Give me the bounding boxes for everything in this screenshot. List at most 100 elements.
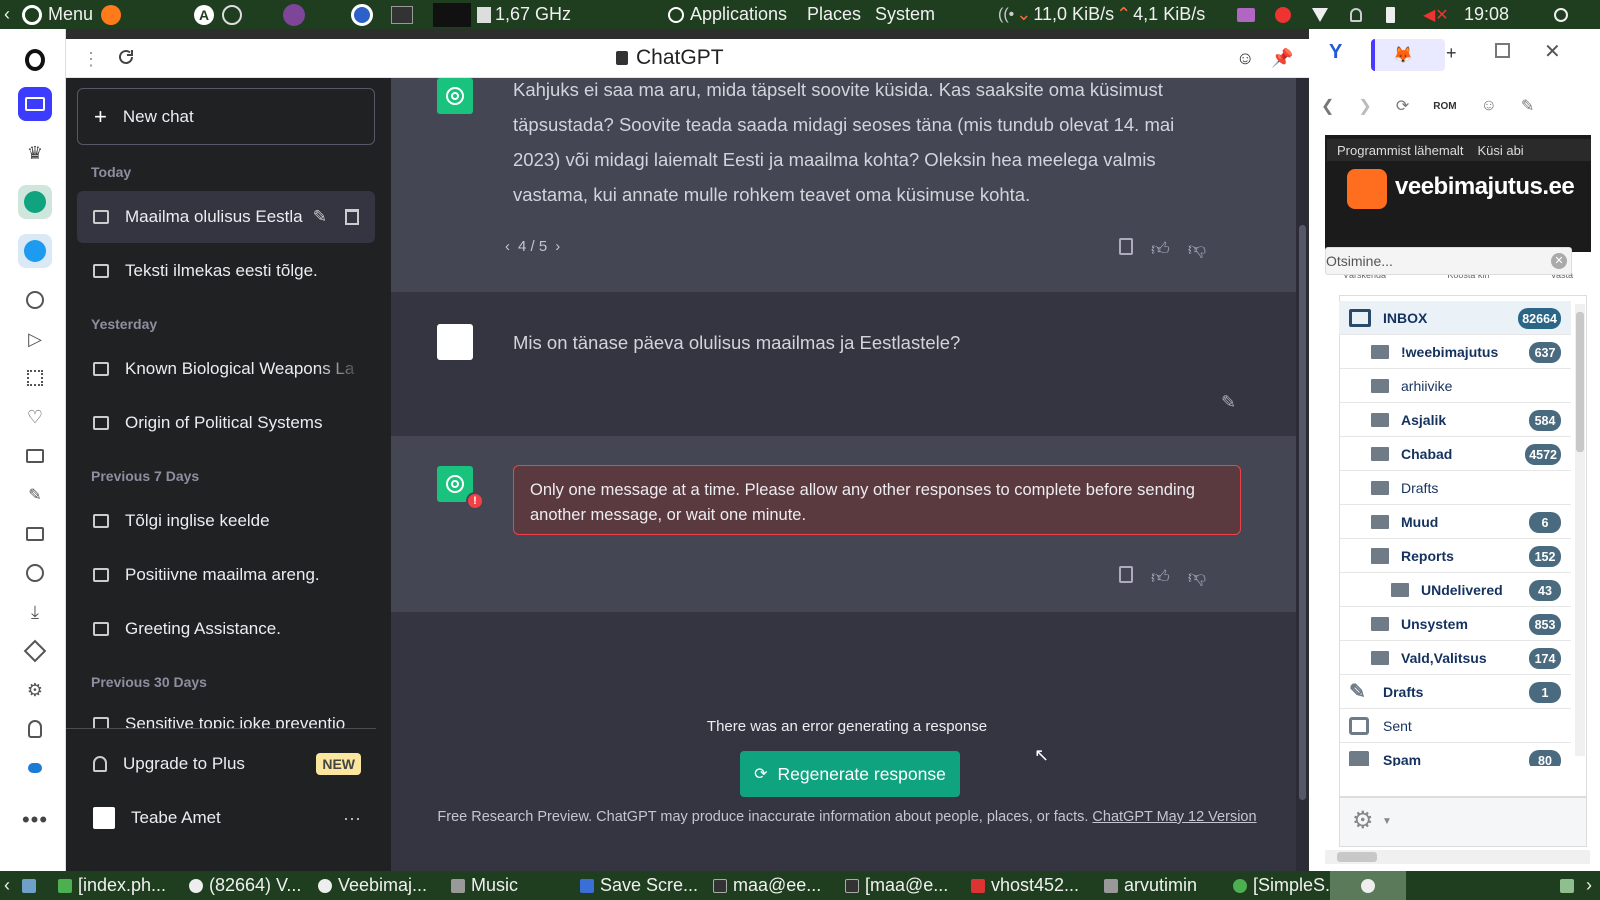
upgrade-to-plus-button[interactable]: Upgrade to Plus NEW	[77, 738, 375, 790]
settings-gear-icon[interactable]: ⚙	[1352, 806, 1374, 835]
news-icon[interactable]	[18, 439, 52, 473]
player-icon[interactable]	[18, 283, 52, 317]
taskbar-item[interactable]: [index.ph...	[58, 871, 184, 900]
reload-icon[interactable]	[116, 47, 136, 67]
add-tab-icon[interactable]: +	[1446, 43, 1457, 64]
chat-item[interactable]: Origin of Political Systems	[77, 397, 375, 449]
twitter-icon[interactable]	[18, 234, 52, 268]
chat-item[interactable]: Positiivne maailma areng.	[77, 549, 375, 601]
yandex-icon[interactable]: Y	[1329, 41, 1355, 67]
nav-about[interactable]: Programmist lähemalt	[1337, 143, 1463, 158]
thumbs-up-icon[interactable]: 👍︎	[1151, 566, 1170, 588]
folder-item[interactable]: Drafts	[1339, 471, 1571, 505]
folder-item[interactable]: Reports 152	[1339, 539, 1571, 573]
copy-icon[interactable]	[1119, 566, 1133, 583]
chat-item[interactable]: Greeting Assistance.	[77, 603, 375, 655]
taskbar-scroll-left-icon[interactable]: ‹	[4, 871, 10, 900]
system-menu[interactable]: System	[875, 0, 935, 29]
taskbar-scroll-right-icon[interactable]: ›	[1586, 871, 1592, 900]
folder-item[interactable]: Chabad 4572	[1339, 437, 1571, 471]
taskbar-item-active[interactable]	[1330, 871, 1406, 900]
taskbar-item[interactable]: maa@ee...	[713, 871, 833, 900]
accessibility-icon[interactable]: A	[194, 0, 214, 29]
drag-handle-icon[interactable]: ⋮	[82, 49, 100, 70]
clear-search-icon[interactable]: ✕	[1551, 253, 1567, 269]
panel-scroll-left-icon[interactable]: ‹	[4, 0, 10, 29]
opera-launcher-icon[interactable]	[351, 0, 373, 29]
close-panel-icon[interactable]: ✕	[1544, 39, 1561, 64]
wallet-icon[interactable]	[18, 517, 52, 551]
emoji-icon[interactable]: ☺	[1481, 97, 1497, 115]
clock[interactable]: 19:08	[1464, 0, 1509, 29]
taskbar-item[interactable]: Music	[451, 871, 571, 900]
show-desktop-icon[interactable]	[22, 871, 36, 900]
mail-search-input[interactable]: Otsimine... ✕	[1325, 247, 1572, 275]
version-link[interactable]: ChatGPT May 12 Version	[1092, 809, 1256, 825]
folder-item[interactable]: !weebimajutus 637	[1339, 335, 1571, 369]
battery-icon[interactable]	[1386, 0, 1395, 29]
folder-item[interactable]: arhiivike	[1339, 369, 1571, 403]
taskbar-item[interactable]: arvutimin	[1104, 871, 1222, 900]
taskbar-item[interactable]: vhost452...	[971, 871, 1095, 900]
folder-sent[interactable]: Sent	[1339, 709, 1571, 743]
pen-icon[interactable]: ✎	[18, 478, 52, 512]
chat-item[interactable]: Tõlgi inglise keelde	[77, 495, 375, 547]
reload-icon[interactable]: ⟳	[1396, 96, 1409, 116]
downloads-icon[interactable]: ⤓	[18, 595, 52, 629]
folder-spam[interactable]: Spam 80	[1339, 743, 1571, 766]
pin-icon[interactable]: 📌	[1271, 48, 1293, 69]
taskbar-item[interactable]: (82664) V...	[189, 871, 313, 900]
next-response-icon[interactable]: ›	[555, 238, 560, 255]
reading-list-icon[interactable]	[18, 87, 52, 121]
thumbs-up-icon[interactable]: 👍︎	[1151, 238, 1170, 260]
taskbar-item[interactable]: Save Scre...	[580, 871, 704, 900]
more-icon[interactable]: ···	[343, 808, 361, 829]
folder-item[interactable]: Vald,Valitsus 174	[1339, 641, 1571, 675]
copy-icon[interactable]	[1119, 238, 1133, 255]
restore-window-icon[interactable]	[1495, 43, 1510, 58]
tor-launcher-icon[interactable]	[283, 0, 305, 29]
apps-grid-icon[interactable]	[18, 361, 52, 395]
chat-item[interactable]: Sensitive topic joke preventio	[77, 698, 375, 728]
settings-applet-icon[interactable]	[222, 0, 242, 29]
firefox-launcher-icon[interactable]	[101, 0, 121, 29]
wifi-status-icon[interactable]	[1312, 0, 1328, 29]
folder-scrollbar[interactable]	[1575, 304, 1585, 756]
tab-thumbnail[interactable]: 🦊	[1371, 39, 1445, 71]
panel-horizontal-scrollbar[interactable]	[1325, 850, 1590, 864]
folder-item[interactable]: Unsystem 853	[1339, 607, 1571, 641]
settings-gear-icon[interactable]: ⚙	[18, 673, 52, 707]
folder-item[interactable]: Muud 6	[1339, 505, 1571, 539]
folder-item[interactable]: UNdelivered 43	[1339, 573, 1571, 607]
chat-item[interactable]: Maailma olulisus Eestla ✎	[77, 191, 375, 243]
messenger-icon[interactable]	[18, 751, 52, 785]
thumbs-down-icon[interactable]: 👎︎	[1188, 238, 1206, 260]
audio-applet-icon[interactable]	[1237, 0, 1255, 29]
chatgpt-sidebar-icon[interactable]	[18, 185, 52, 219]
more-options-icon[interactable]: •••	[18, 803, 52, 837]
folder-inbox[interactable]: INBOX 82664	[1339, 301, 1571, 335]
applications-menu[interactable]: Applications	[668, 0, 787, 29]
taskbar-item[interactable]: [maa@e...	[845, 871, 969, 900]
edit-icon[interactable]: ✎	[313, 207, 327, 227]
regenerate-response-button[interactable]: ⟳ Regenerate response	[740, 751, 960, 797]
edit-icon[interactable]: ✎	[1521, 96, 1534, 116]
power-icon[interactable]	[1554, 0, 1568, 29]
thumbs-down-icon[interactable]: 👎︎	[1188, 566, 1206, 588]
send-icon[interactable]: ▷	[18, 322, 52, 356]
opera-logo-icon[interactable]	[18, 43, 52, 77]
new-chat-button[interactable]: + New chat	[77, 88, 375, 145]
chat-item[interactable]: Known Biological Weapons La	[77, 343, 375, 395]
tips-lightbulb-icon[interactable]	[18, 712, 52, 746]
chevron-down-icon[interactable]: ▼	[1382, 816, 1392, 827]
taskbar-item[interactable]: Veebimaj...	[318, 871, 442, 900]
forward-icon[interactable]: ❯	[1358, 96, 1371, 116]
chat-item[interactable]: Teksti ilmekas eesti tõlge.	[77, 245, 375, 297]
places-menu[interactable]: Places	[807, 0, 861, 29]
volume-muted-icon[interactable]: ◀✕	[1423, 0, 1449, 29]
delete-icon[interactable]	[345, 209, 359, 225]
aria-crown-icon[interactable]: ♛	[18, 136, 52, 170]
history-icon[interactable]	[18, 556, 52, 590]
extensions-cube-icon[interactable]	[18, 634, 52, 668]
notification-icon[interactable]	[1350, 0, 1362, 29]
